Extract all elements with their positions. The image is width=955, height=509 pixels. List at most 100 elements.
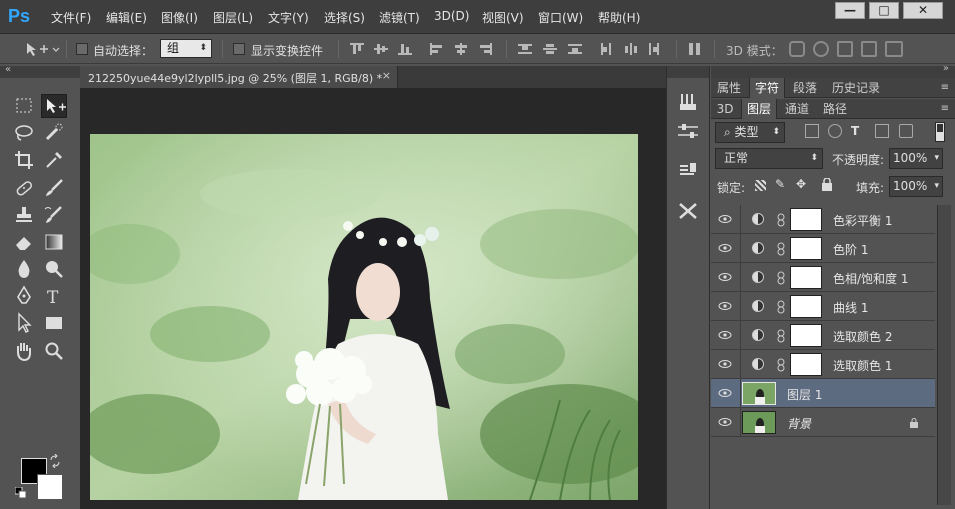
visibility-eye-icon[interactable] bbox=[717, 357, 733, 371]
menu-help[interactable]: 帮助(H) bbox=[598, 9, 640, 26]
link-chain-icon[interactable] bbox=[777, 329, 785, 343]
link-chain-icon[interactable] bbox=[777, 242, 785, 256]
auto-align-icon[interactable] bbox=[688, 43, 702, 55]
visibility-eye-icon[interactable] bbox=[717, 299, 733, 313]
gradient-tool-icon[interactable] bbox=[41, 230, 67, 254]
maximize-button[interactable]: □ bbox=[869, 2, 899, 19]
visibility-eye-icon[interactable] bbox=[717, 415, 733, 429]
tab-paths[interactable]: 路径 bbox=[817, 99, 853, 119]
chevron-down-icon[interactable]: ▾ bbox=[934, 177, 939, 196]
eraser-tool-icon[interactable] bbox=[11, 230, 37, 254]
dodge-tool-icon[interactable] bbox=[41, 257, 67, 281]
align-left-icon[interactable] bbox=[430, 43, 444, 55]
blend-mode-dropdown[interactable]: 正常 ⬍ bbox=[715, 148, 823, 169]
distribute-right-icon[interactable] bbox=[648, 43, 662, 55]
layer-mask-thumbnail[interactable] bbox=[790, 266, 822, 289]
menu-window[interactable]: 窗口(W) bbox=[538, 9, 583, 26]
layer-row[interactable]: 色彩平衡 1 bbox=[711, 205, 935, 234]
menu-3d[interactable]: 3D(D) bbox=[434, 9, 469, 23]
menu-select[interactable]: 选择(S) bbox=[324, 9, 365, 26]
hand-tool-icon[interactable] bbox=[11, 339, 37, 363]
tools-settings-icon[interactable] bbox=[672, 198, 704, 224]
layers-menu-icon[interactable]: ≡ bbox=[941, 103, 949, 114]
layer-row[interactable]: 背景 bbox=[711, 408, 935, 437]
lock-position-icon[interactable]: ✥ bbox=[796, 177, 806, 191]
align-vcenter-icon[interactable] bbox=[374, 43, 388, 55]
link-chain-icon[interactable] bbox=[777, 358, 785, 372]
layer-comps-icon[interactable] bbox=[672, 158, 704, 184]
layer-row-selected[interactable]: 图层 1 bbox=[711, 379, 935, 408]
menu-type[interactable]: 文字(Y) bbox=[268, 9, 309, 26]
brush-tool-icon[interactable] bbox=[41, 176, 67, 200]
layer-row[interactable]: 色相/饱和度 1 bbox=[711, 263, 935, 292]
align-bottom-icon[interactable] bbox=[398, 43, 412, 55]
distribute-hcenter-icon[interactable] bbox=[624, 43, 638, 55]
filter-type-icon[interactable]: T bbox=[851, 124, 859, 138]
blur-tool-icon[interactable] bbox=[11, 257, 37, 281]
distribute-bottom-icon[interactable] bbox=[568, 43, 582, 55]
filter-toggle-icon[interactable] bbox=[935, 122, 945, 142]
zoom-tool-icon[interactable] bbox=[41, 339, 67, 363]
visibility-eye-icon[interactable] bbox=[717, 386, 733, 400]
menu-filter[interactable]: 滤镜(T) bbox=[379, 9, 420, 26]
tab-character[interactable]: 字符 bbox=[749, 78, 785, 98]
filter-smart-object-icon[interactable] bbox=[899, 124, 913, 138]
expand-arrows-icon[interactable]: » bbox=[943, 63, 949, 74]
lock-transparent-icon[interactable] bbox=[755, 180, 766, 191]
layer-row[interactable]: 选取颜色 2 bbox=[711, 321, 935, 350]
lock-all-icon[interactable] bbox=[821, 177, 833, 191]
tab-paragraph[interactable]: 段落 bbox=[787, 78, 823, 98]
menu-edit[interactable]: 编辑(E) bbox=[106, 9, 147, 26]
visibility-eye-icon[interactable] bbox=[717, 241, 733, 255]
3d-roll-icon[interactable] bbox=[813, 41, 829, 57]
minimize-button[interactable]: — bbox=[835, 2, 865, 19]
brush-presets-icon[interactable] bbox=[672, 90, 704, 116]
tab-layers[interactable]: 图层 bbox=[741, 99, 777, 119]
path-selection-tool-icon[interactable] bbox=[11, 311, 37, 335]
distribute-top-icon[interactable] bbox=[518, 43, 532, 55]
layers-scrollbar[interactable] bbox=[937, 205, 951, 505]
default-colors-icon[interactable] bbox=[14, 486, 27, 499]
collapse-arrows-icon[interactable]: « bbox=[5, 64, 11, 75]
3d-slide-icon[interactable] bbox=[861, 41, 877, 57]
swap-colors-icon[interactable] bbox=[49, 453, 63, 469]
menu-layer[interactable]: 图层(L) bbox=[213, 9, 253, 26]
3d-rotate-icon[interactable] bbox=[789, 41, 805, 57]
history-brush-tool-icon[interactable] bbox=[41, 203, 67, 227]
layer-thumbnail[interactable] bbox=[742, 382, 776, 405]
lock-pixels-icon[interactable]: ✎ bbox=[775, 177, 785, 191]
tab-channels[interactable]: 通道 bbox=[779, 99, 815, 119]
filter-pixel-icon[interactable] bbox=[805, 124, 819, 138]
pen-tool-icon[interactable] bbox=[11, 284, 37, 308]
distribute-left-icon[interactable] bbox=[600, 43, 614, 55]
menu-file[interactable]: 文件(F) bbox=[51, 9, 91, 26]
visibility-eye-icon[interactable] bbox=[717, 270, 733, 284]
layer-mask-thumbnail[interactable] bbox=[790, 208, 822, 231]
close-button[interactable]: ✕ bbox=[903, 2, 943, 19]
tab-history[interactable]: 历史记录 bbox=[825, 78, 887, 98]
layer-row[interactable]: 曲线 1 bbox=[711, 292, 935, 321]
align-hcenter-icon[interactable] bbox=[454, 43, 468, 55]
show-transform-checkbox[interactable] bbox=[233, 43, 245, 55]
chevron-down-icon[interactable]: ▾ bbox=[934, 149, 939, 168]
auto-select-dropdown[interactable]: 组 ⬍ bbox=[160, 39, 212, 58]
layer-thumbnail[interactable] bbox=[742, 411, 776, 434]
menu-image[interactable]: 图像(I) bbox=[161, 9, 198, 26]
healing-brush-tool-icon[interactable] bbox=[11, 176, 37, 200]
filter-adjustment-icon[interactable] bbox=[828, 124, 842, 138]
background-color-swatch[interactable] bbox=[37, 474, 63, 500]
layer-mask-thumbnail[interactable] bbox=[790, 237, 822, 260]
align-top-icon[interactable] bbox=[350, 43, 364, 55]
link-chain-icon[interactable] bbox=[777, 300, 785, 314]
visibility-eye-icon[interactable] bbox=[717, 212, 733, 226]
layer-row[interactable]: 选取颜色 1 bbox=[711, 350, 935, 379]
type-tool-icon[interactable]: T bbox=[41, 284, 67, 308]
panel-menu-icon[interactable]: ≡ bbox=[941, 82, 949, 93]
3d-scale-icon[interactable] bbox=[885, 41, 903, 57]
tab-3d[interactable]: 3D bbox=[711, 99, 739, 119]
eyedropper-tool-icon[interactable] bbox=[41, 148, 67, 172]
lasso-tool-icon[interactable] bbox=[11, 121, 37, 145]
visibility-eye-icon[interactable] bbox=[717, 328, 733, 342]
move-tool-preset-icon[interactable] bbox=[24, 41, 60, 57]
quick-selection-tool-icon[interactable] bbox=[41, 121, 67, 145]
